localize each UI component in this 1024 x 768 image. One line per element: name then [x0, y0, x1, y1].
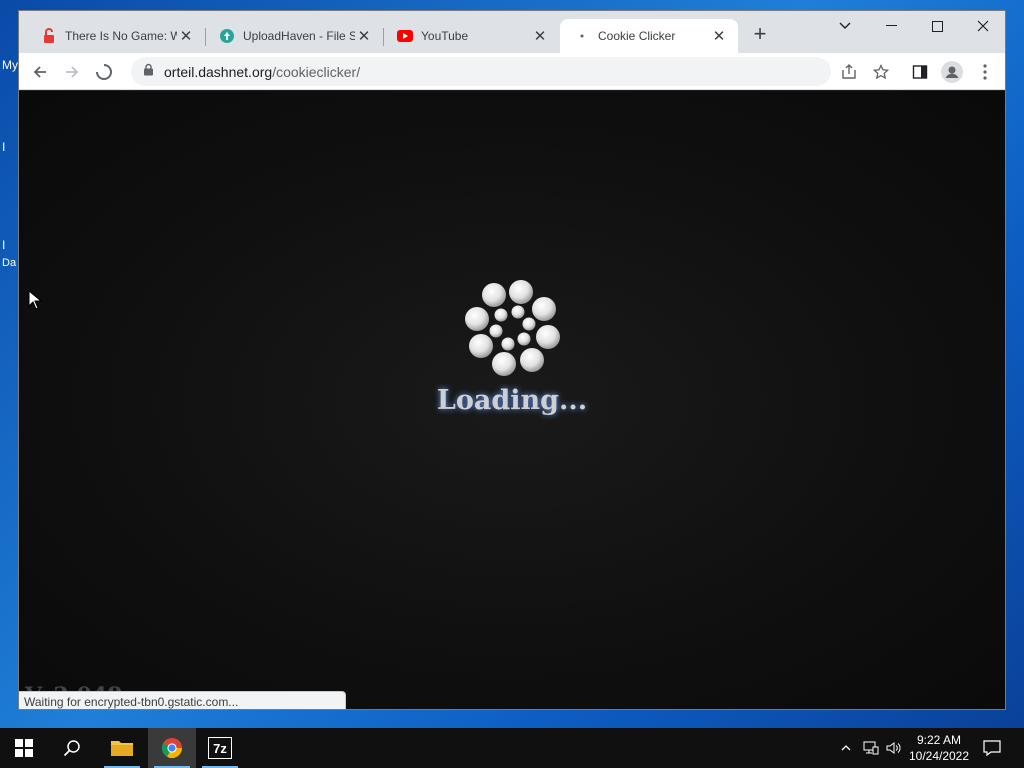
- chrome-icon: [161, 738, 183, 759]
- clock-date: 10/24/2022: [908, 749, 970, 763]
- mouse-cursor-icon: [28, 290, 42, 310]
- tab-there-is-no-game[interactable]: There Is No Game: W ✕: [27, 19, 205, 53]
- red-lock-icon: [41, 28, 57, 44]
- side-panel-icon: [912, 65, 928, 79]
- star-icon: [873, 64, 889, 80]
- tab-title: Cookie Clicker: [598, 29, 676, 43]
- show-hidden-icons-button[interactable]: [836, 728, 856, 768]
- start-button[interactable]: [0, 728, 48, 768]
- youtube-icon: [397, 28, 413, 44]
- side-panel-button[interactable]: [907, 59, 933, 85]
- close-icon[interactable]: ✕: [710, 27, 728, 45]
- chevron-up-icon: [841, 745, 851, 751]
- lock-icon[interactable]: [143, 63, 154, 81]
- close-icon[interactable]: ✕: [531, 27, 549, 45]
- share-button[interactable]: [836, 59, 862, 85]
- bookmark-button[interactable]: [868, 59, 894, 85]
- clock-time: 9:22 AM: [916, 733, 962, 747]
- back-button[interactable]: [27, 59, 53, 85]
- kebab-menu-icon: [983, 64, 987, 80]
- stop-loading-button[interactable]: [91, 59, 117, 85]
- network-button[interactable]: [860, 728, 882, 768]
- desktop-icon-label[interactable]: My: [2, 58, 18, 72]
- tab-strip: There Is No Game: W ✕ UploadHaven - File…: [19, 11, 1005, 53]
- notifications-button[interactable]: [978, 728, 1006, 768]
- desktop-icon-label[interactable]: I: [2, 238, 5, 252]
- back-arrow-icon: [33, 66, 46, 78]
- forward-arrow-icon: [66, 66, 79, 78]
- chrome-button[interactable]: [148, 728, 196, 768]
- minimize-icon: [885, 25, 897, 26]
- network-icon: [863, 741, 879, 755]
- tab-search-button[interactable]: [822, 11, 868, 41]
- browser-toolbar: orteil.dashnet.org/cookieclicker/: [19, 53, 1005, 90]
- tab-title: UploadHaven - File S: [243, 29, 355, 43]
- status-bubble: Waiting for encrypted-tbn0.gstatic.com..…: [19, 691, 346, 709]
- windows-logo-icon: [15, 739, 33, 757]
- loading-dot-icon: [574, 28, 590, 44]
- profile-avatar-icon: [941, 61, 963, 83]
- tab-cookie-clicker[interactable]: Cookie Clicker ✕: [560, 19, 738, 53]
- page-viewport[interactable]: Loading... V. 2.048: [19, 91, 1005, 709]
- search-button[interactable]: [48, 728, 96, 768]
- 7zip-button[interactable]: 7z: [196, 728, 244, 768]
- close-icon: [977, 20, 989, 32]
- loading-spinner-icon: [96, 64, 112, 80]
- tab-title: YouTube: [421, 29, 469, 43]
- uploadhaven-icon: [219, 28, 235, 44]
- forward-button[interactable]: [59, 59, 85, 85]
- address-bar[interactable]: orteil.dashnet.org/cookieclicker/: [131, 57, 831, 86]
- chevron-down-icon: [839, 22, 851, 29]
- profile-button[interactable]: [939, 59, 965, 85]
- close-window-button[interactable]: [960, 11, 1005, 41]
- url-path: /cookieclicker/: [272, 63, 361, 80]
- speaker-icon: [886, 742, 901, 754]
- volume-button[interactable]: [884, 728, 904, 768]
- svg-text:7z: 7z: [213, 741, 227, 756]
- loading-cookie-spinner-icon: [465, 280, 560, 376]
- maximize-button[interactable]: [914, 11, 960, 41]
- tab-uploadhaven[interactable]: UploadHaven - File S ✕: [205, 19, 383, 53]
- menu-button[interactable]: [972, 59, 998, 85]
- tab-title: There Is No Game: W: [65, 29, 177, 43]
- 7zip-icon: 7z: [208, 737, 232, 759]
- tab-youtube[interactable]: YouTube ✕: [383, 19, 559, 53]
- clock[interactable]: 9:22 AM 10/24/2022: [902, 732, 976, 764]
- search-icon: [63, 740, 80, 757]
- share-icon: [842, 64, 856, 79]
- folder-icon: [111, 741, 133, 756]
- loading-text: Loading...: [436, 385, 588, 416]
- close-icon[interactable]: ✕: [177, 27, 195, 45]
- file-explorer-button[interactable]: [98, 728, 146, 768]
- desktop-icon-label[interactable]: Da: [2, 257, 16, 269]
- maximize-icon: [931, 20, 943, 32]
- taskbar: 7z 9:22 AM 10/24/2022: [0, 728, 1024, 768]
- url-host: orteil.dashnet.org: [164, 63, 273, 80]
- new-tab-button[interactable]: +: [749, 23, 771, 46]
- url-text[interactable]: orteil.dashnet.org/cookieclicker/: [164, 64, 360, 80]
- desktop-icon-label[interactable]: I: [2, 140, 5, 154]
- notification-icon: [983, 740, 1001, 756]
- browser-window: There Is No Game: W ✕ UploadHaven - File…: [18, 10, 1006, 710]
- minimize-button[interactable]: [868, 11, 914, 41]
- close-icon[interactable]: ✕: [355, 27, 373, 45]
